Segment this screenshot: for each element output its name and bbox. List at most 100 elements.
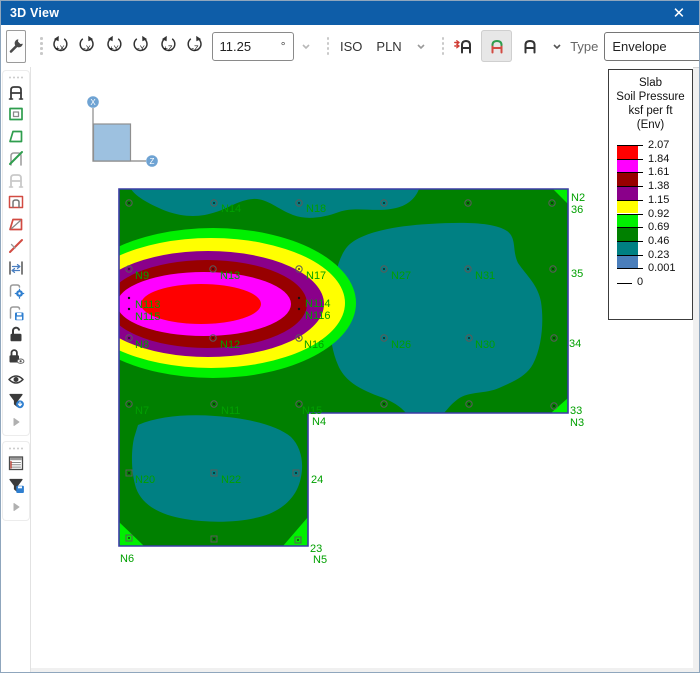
legend-value: 0.001 xyxy=(648,262,676,274)
grip-icon[interactable] xyxy=(5,73,27,81)
node-marker[interactable] xyxy=(128,297,130,299)
rotate-minus-y-button[interactable]: -Y xyxy=(128,31,155,61)
legend-value: 0.23 xyxy=(648,249,669,261)
sidebar-group xyxy=(2,441,30,521)
rotate-plusminus-y-button[interactable]: +Y xyxy=(101,31,128,61)
view-preset-dropdown-button[interactable] xyxy=(412,35,430,57)
close-icon[interactable]: ✕ xyxy=(668,2,690,24)
rotate-minus-x-button[interactable]: -X xyxy=(74,31,101,61)
expand-arrow-icon[interactable] xyxy=(5,496,27,518)
legend-value: 1.38 xyxy=(648,180,669,192)
window-title: 3D View xyxy=(10,6,59,20)
node-label: N16 xyxy=(304,339,324,351)
legend-swatch xyxy=(617,145,638,159)
rotate-angle-input[interactable]: 11.25 ° xyxy=(212,32,294,61)
unlock-icon[interactable] xyxy=(5,323,27,345)
node-label: N115 xyxy=(135,311,160,323)
legend-zero-line xyxy=(617,283,632,284)
node-label: N13 xyxy=(220,270,240,282)
slab-contour-plot: X Z xyxy=(31,67,693,668)
grip-icon[interactable] xyxy=(442,37,445,55)
svg-text:-Z: -Z xyxy=(191,44,198,53)
lock-view-icon[interactable] xyxy=(5,345,27,367)
rotate-plusminus-z-button[interactable]: +Z xyxy=(155,31,182,61)
legend-tick xyxy=(617,214,643,215)
axis-triad: X Z xyxy=(87,96,158,167)
view-settings-button[interactable] xyxy=(6,30,26,63)
rotate-minus-z-button[interactable]: -Z xyxy=(182,31,209,61)
frame-loads-colored-icon[interactable] xyxy=(481,30,512,62)
plan-view-button[interactable]: PLN xyxy=(369,35,408,58)
axis-x-label: X xyxy=(90,98,96,107)
legend-value: 1.61 xyxy=(648,166,669,178)
view-preset-group: ISO PLN xyxy=(322,28,433,64)
grip-icon[interactable] xyxy=(40,37,43,55)
legend-tick xyxy=(617,227,643,228)
legend-swatch xyxy=(617,172,638,186)
spreadsheet-icon[interactable] xyxy=(5,452,27,474)
angle-value: 11.25 xyxy=(220,39,252,54)
rotate-group: +X-X +Y -Y +Z -Z 11.25 ° xyxy=(35,28,318,64)
draw-plate-icon[interactable] xyxy=(5,103,27,125)
iso-view-button[interactable]: ISO xyxy=(333,35,369,58)
display-dropdown-button[interactable] xyxy=(548,35,566,57)
grip-icon[interactable] xyxy=(5,444,27,452)
member-disabled-icon[interactable] xyxy=(5,169,27,191)
node-label: 36 xyxy=(571,204,583,216)
legend-title-line: Slab xyxy=(609,76,692,90)
svg-text:+Y: +Y xyxy=(109,44,118,53)
result-type-select[interactable]: Envelope xyxy=(604,32,700,61)
eye-icon[interactable] xyxy=(5,367,27,389)
node-label: 24 xyxy=(311,474,323,486)
node-label: N8 xyxy=(135,339,149,351)
type-label: Type xyxy=(570,39,598,54)
node-label: 34 xyxy=(569,338,581,350)
rotate-dropdown-button[interactable] xyxy=(297,35,315,57)
delete-plate-icon[interactable] xyxy=(5,213,27,235)
legend-swatch xyxy=(617,227,638,241)
chevron-down-icon xyxy=(552,43,562,50)
legend-tick xyxy=(617,241,643,242)
draw-member-icon[interactable] xyxy=(5,81,27,103)
draw-diagonal-icon[interactable] xyxy=(5,147,27,169)
model-canvas[interactable]: X Z xyxy=(31,67,693,668)
frame-loads-arrows-icon[interactable] xyxy=(448,30,479,62)
contour-fills[interactable] xyxy=(70,189,568,546)
legend-tick xyxy=(617,159,643,160)
chevron-down-icon xyxy=(301,43,311,50)
node-label: N2 xyxy=(571,192,585,204)
legend-tick xyxy=(617,255,643,256)
titlebar: 3D View ✕ xyxy=(1,1,699,25)
legend-swatch xyxy=(617,200,638,214)
node-marker[interactable] xyxy=(298,297,300,299)
legend-value: 0.69 xyxy=(648,221,669,233)
legend-title-line: (Env) xyxy=(609,118,692,132)
legend-value: 0.92 xyxy=(648,208,669,220)
node-spacing-icon[interactable] xyxy=(5,257,27,279)
filter-save-icon[interactable] xyxy=(5,474,27,496)
node-label: N17 xyxy=(306,270,326,282)
node-label: N4 xyxy=(312,416,326,428)
svg-text:-Y: -Y xyxy=(137,44,145,53)
frame-settings-icon[interactable] xyxy=(5,279,27,301)
delete-member-icon[interactable] xyxy=(5,191,27,213)
draw-wall-icon[interactable] xyxy=(5,125,27,147)
node-label: N14 xyxy=(221,203,241,215)
expand-arrow-icon[interactable] xyxy=(5,411,27,433)
node-label: N116 xyxy=(305,310,330,322)
node-label: N5 xyxy=(313,554,327,566)
display-toggle-buttons xyxy=(448,30,545,62)
legend-value: 0.46 xyxy=(648,235,669,247)
frame-save-icon[interactable] xyxy=(5,301,27,323)
frame-plain-icon[interactable] xyxy=(514,30,545,62)
legend-value: 2.07 xyxy=(648,139,669,151)
chevron-down-icon xyxy=(416,43,426,50)
node-marker[interactable] xyxy=(128,308,130,310)
delete-diagonal-icon[interactable] xyxy=(5,235,27,257)
rotate-plusminus-x-button[interactable]: +X xyxy=(47,31,74,61)
node-marker[interactable] xyxy=(298,308,300,310)
grip-icon[interactable] xyxy=(327,37,330,55)
filter-apply-icon[interactable] xyxy=(5,389,27,411)
node-label: 35 xyxy=(571,268,583,280)
legend-value: 0 xyxy=(637,276,643,288)
